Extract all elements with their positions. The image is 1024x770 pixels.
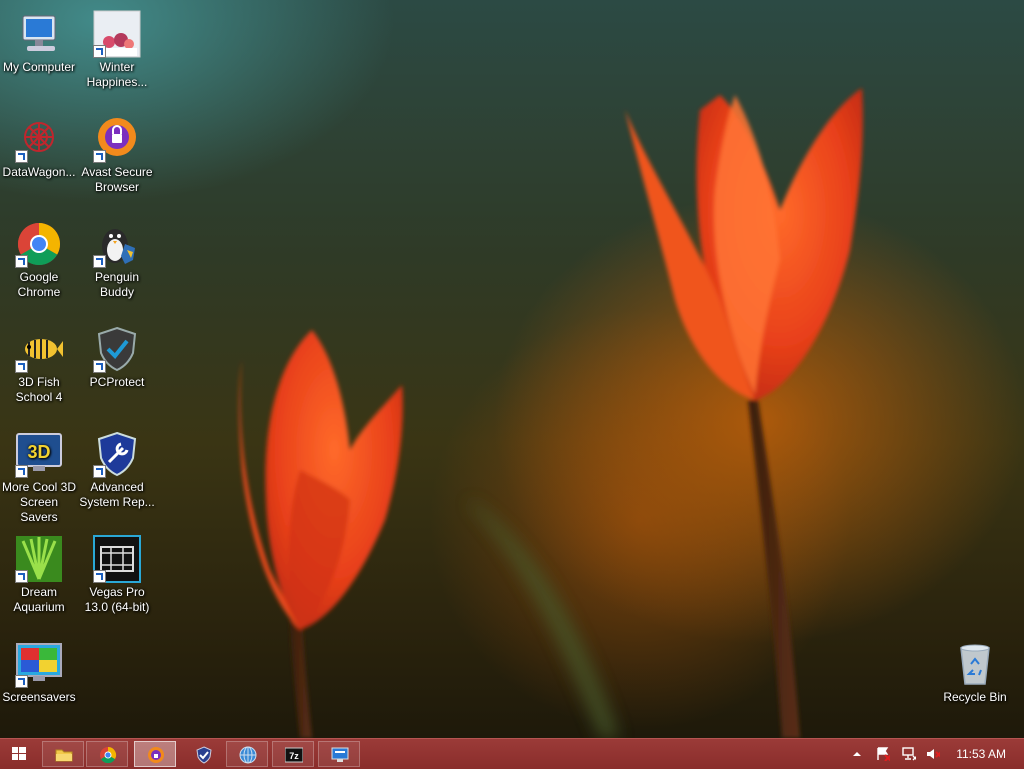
desktop-icon-label: Dream Aquarium bbox=[13, 585, 65, 614]
desktop-icon-label: Recycle Bin bbox=[943, 690, 1007, 704]
desktop-icon-3d-fish-school[interactable]: 3D Fish School 4 bbox=[0, 321, 78, 405]
shortcut-arrow-icon bbox=[15, 675, 28, 688]
desktop-icon-datawagon[interactable]: DataWagon... bbox=[0, 111, 78, 180]
action-center-flag-icon[interactable] bbox=[876, 747, 890, 761]
recycle-bin-icon bbox=[951, 640, 999, 688]
desktop-icon-dream-aquarium[interactable]: Dream Aquarium bbox=[0, 531, 78, 615]
penguin-icon bbox=[93, 220, 141, 268]
desktop-icon-my-computer[interactable]: My Computer bbox=[0, 6, 78, 75]
desktop-icon-label: More Cool 3D Screen Savers bbox=[1, 480, 77, 524]
shortcut-arrow-icon bbox=[15, 570, 28, 583]
windows-logo-icon bbox=[12, 747, 26, 760]
globe-icon bbox=[239, 746, 257, 764]
shield-check-icon bbox=[196, 746, 212, 764]
7z-icon: 7z bbox=[285, 747, 303, 763]
shortcut-arrow-icon bbox=[15, 360, 28, 373]
screensaver-monitor-icon bbox=[15, 640, 63, 688]
desktop-icon-label: PCProtect bbox=[89, 375, 145, 389]
desktop-icon-label: Penguin Buddy bbox=[94, 270, 140, 299]
volume-muted-icon[interactable] bbox=[926, 747, 940, 761]
desktop-icon-label: Vegas Pro 13.0 (64-bit) bbox=[84, 585, 150, 614]
shortcut-arrow-icon bbox=[93, 570, 106, 583]
chrome-icon bbox=[15, 220, 63, 268]
avast-browser-icon bbox=[148, 747, 164, 763]
desktop-icon-advanced-system-repair[interactable]: Advanced System Rep... bbox=[78, 426, 156, 510]
taskbar: 7z 11:53 AM bbox=[0, 738, 1024, 769]
svg-text:3D: 3D bbox=[27, 442, 50, 462]
taskbar-screen-settings[interactable] bbox=[318, 741, 360, 767]
taskbar-7zip[interactable]: 7z bbox=[272, 741, 314, 767]
shortcut-arrow-icon bbox=[93, 150, 106, 163]
shortcut-arrow-icon bbox=[15, 465, 28, 478]
3d-monitor-icon: 3D bbox=[15, 430, 63, 478]
shortcut-arrow-icon bbox=[93, 465, 106, 478]
desktop-icon-avast-secure-browser[interactable]: Avast Secure Browser bbox=[78, 111, 156, 195]
desktop-icon-winter-happiness[interactable]: Winter Happines... bbox=[78, 6, 156, 90]
taskbar-pcprotect[interactable] bbox=[182, 741, 224, 767]
desktop-icon-vegas-pro[interactable]: Vegas Pro 13.0 (64-bit) bbox=[78, 531, 156, 615]
clock[interactable]: 11:53 AM bbox=[956, 747, 1006, 761]
start-button[interactable] bbox=[6, 743, 32, 765]
shortcut-arrow-icon bbox=[15, 150, 28, 163]
desktop-icon-recycle-bin[interactable]: Recycle Bin bbox=[936, 636, 1014, 705]
shortcut-arrow-icon bbox=[93, 45, 106, 58]
chrome-icon bbox=[100, 746, 117, 764]
desktop-icon-label: My Computer bbox=[2, 60, 76, 74]
desktop-icon-label: Avast Secure Browser bbox=[81, 165, 153, 194]
folder-icon bbox=[55, 749, 73, 762]
desktop-icon-google-chrome[interactable]: Google Chrome bbox=[0, 216, 78, 300]
desktop-icon-label: Google Chrome bbox=[17, 270, 61, 299]
shortcut-arrow-icon bbox=[15, 255, 28, 268]
winter-picture-icon bbox=[93, 10, 141, 58]
desktop-icon-label: DataWagon... bbox=[2, 165, 76, 179]
desktop-icon-penguin-buddy[interactable]: Penguin Buddy bbox=[78, 216, 156, 300]
shortcut-arrow-icon bbox=[93, 360, 106, 373]
computer-icon bbox=[15, 10, 63, 58]
shortcut-arrow-icon bbox=[93, 255, 106, 268]
show-hidden-icons-chevron[interactable] bbox=[850, 747, 864, 761]
monitor-settings-icon bbox=[331, 747, 349, 762]
desktop-icon-label: Advanced System Rep... bbox=[79, 480, 155, 509]
avast-browser-icon bbox=[93, 115, 141, 163]
desktop-icon-screensavers[interactable]: Screensavers bbox=[0, 636, 78, 705]
desktop-icon-label: Winter Happines... bbox=[86, 60, 148, 89]
aquarium-icon bbox=[15, 535, 63, 583]
desktop-icon-label: Screensavers bbox=[2, 690, 76, 704]
taskbar-chrome[interactable] bbox=[86, 741, 128, 767]
datawagon-icon bbox=[15, 115, 63, 163]
desktop-icon-label: 3D Fish School 4 bbox=[15, 375, 63, 404]
fish-icon bbox=[15, 325, 63, 373]
desktop-icon-pcprotect[interactable]: PCProtect bbox=[78, 321, 156, 390]
shield-check-icon bbox=[93, 325, 141, 373]
desktop-icon-more-cool-3d-screen-savers[interactable]: 3D More Cool 3D Screen Savers bbox=[0, 426, 78, 525]
taskbar-datawagon[interactable] bbox=[226, 741, 268, 767]
svg-text:7z: 7z bbox=[289, 751, 299, 761]
film-strip-icon bbox=[93, 535, 141, 583]
taskbar-file-explorer[interactable] bbox=[42, 741, 84, 767]
shield-wrench-icon bbox=[93, 430, 141, 478]
network-icon[interactable] bbox=[902, 747, 916, 761]
desktop[interactable]: My Computer Winter Happines... DataWagon… bbox=[0, 0, 1024, 738]
taskbar-avast-browser[interactable] bbox=[134, 741, 176, 767]
